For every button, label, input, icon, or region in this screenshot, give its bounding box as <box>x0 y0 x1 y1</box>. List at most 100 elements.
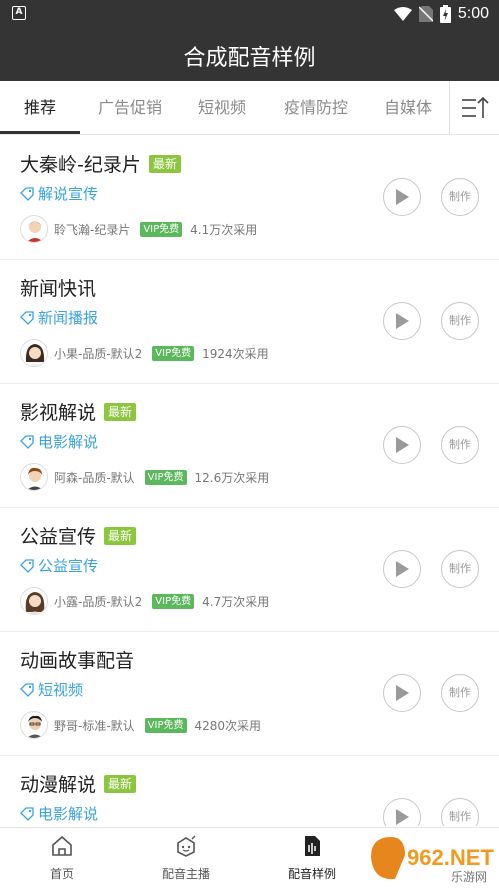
sample-tag-label: 电影解说 <box>38 433 99 451</box>
play-button[interactable] <box>383 674 421 712</box>
app-notification-icon: A <box>12 6 26 20</box>
status-bar: A 5:00 <box>0 0 499 28</box>
nav-anchor[interactable]: 配音主播 <box>136 828 236 888</box>
sample-title-row: 新闻快讯 <box>20 274 96 301</box>
sample-list: 大秦岭-纪录片 最新 解说宣传 聆飞瀚-纪录片 VIP免费 4.1万次采用 制作… <box>0 136 499 826</box>
tab-ad-promotion[interactable]: 广告促销 <box>84 81 176 135</box>
sample-title-row: 大秦岭-纪录片 最新 <box>20 150 181 177</box>
make-button[interactable]: 制作 <box>441 798 479 826</box>
voice-name: 野哥-标准-默认 <box>54 718 135 733</box>
sample-tag[interactable]: 解说宣传 <box>20 183 98 204</box>
tab-short-video[interactable]: 短视频 <box>180 81 264 135</box>
usage-count: 12.6万次采用 <box>194 470 270 485</box>
play-icon <box>396 189 409 205</box>
make-button[interactable]: 制作 <box>441 302 479 340</box>
sample-title: 动漫解说 <box>20 774 97 796</box>
list-item[interactable]: 影视解说 最新 电影解说 阿森-品质-默认 VIP免费 12.6万次采用 制作 <box>0 384 499 508</box>
anchor-icon <box>177 835 196 857</box>
nav-home[interactable]: 首页 <box>12 828 112 888</box>
make-button[interactable]: 制作 <box>441 178 479 216</box>
page-title: 合成配音样例 <box>183 46 316 71</box>
voice-avatar[interactable] <box>20 215 48 243</box>
voice-name: 小露-品质-默认2 <box>54 594 143 609</box>
usage-count: 4.7万次采用 <box>202 594 270 609</box>
sample-title: 公益宣传 <box>20 526 97 548</box>
make-button[interactable]: 制作 <box>441 550 479 588</box>
sample-tag-label: 短视频 <box>38 681 84 699</box>
play-icon <box>396 685 409 701</box>
tag-icon <box>20 682 34 697</box>
menu-sort-icon <box>461 96 489 118</box>
new-badge: 最新 <box>148 154 181 173</box>
sample-tag-label: 电影解说 <box>38 805 99 823</box>
tag-icon <box>20 186 34 201</box>
voice-name: 聆飞瀚-纪录片 <box>54 222 131 237</box>
sample-title: 影视解说 <box>20 402 97 424</box>
sample-title-row: 影视解说 最新 <box>20 398 137 425</box>
sample-title: 大秦岭-纪录片 <box>20 154 141 176</box>
battery-charging-icon <box>439 5 451 23</box>
tab-recommend[interactable]: 推荐 <box>0 81 80 135</box>
voice-avatar[interactable] <box>20 711 48 739</box>
new-badge: 最新 <box>104 526 137 545</box>
sample-tag[interactable]: 电影解说 <box>20 431 98 452</box>
voice-avatar[interactable] <box>20 463 48 491</box>
sample-tag[interactable]: 电影解说 <box>20 803 98 824</box>
tag-icon <box>20 806 34 821</box>
play-icon <box>396 809 409 825</box>
voice-avatar[interactable] <box>20 339 48 367</box>
sample-icon <box>305 836 320 856</box>
tab-epidemic[interactable]: 疫情防控 <box>270 81 362 135</box>
voice-meta: 小果-品质-默认2 VIP免费 1924次采用 <box>20 338 269 368</box>
wifi-icon <box>393 7 412 21</box>
active-tab-indicator <box>0 131 80 134</box>
voice-meta: 聆飞瀚-纪录片 VIP免费 4.1万次采用 <box>20 214 257 244</box>
nav-sample[interactable]: 配音样例 <box>262 828 362 888</box>
sample-tag[interactable]: 短视频 <box>20 679 83 700</box>
nav-home-label: 首页 <box>49 867 74 881</box>
list-item[interactable]: 大秦岭-纪录片 最新 解说宣传 聆飞瀚-纪录片 VIP免费 4.1万次采用 制作 <box>0 136 499 260</box>
category-sort-button[interactable] <box>449 81 499 135</box>
nav-anchor-label: 配音主播 <box>161 867 210 881</box>
sample-title: 动画故事配音 <box>20 650 135 672</box>
category-tabs: 推荐 广告促销 短视频 疫情防控 自媒体 <box>0 81 499 135</box>
sample-tag[interactable]: 新闻播报 <box>20 307 98 328</box>
sample-tag-label: 公益宣传 <box>38 557 99 575</box>
vip-free-badge: VIP免费 <box>152 345 195 361</box>
vip-free-badge: VIP免费 <box>140 221 183 237</box>
make-button[interactable]: 制作 <box>441 426 479 464</box>
play-button[interactable] <box>383 426 421 464</box>
sample-tag-label: 解说宣传 <box>38 185 99 203</box>
usage-count: 4.1万次采用 <box>190 222 258 237</box>
make-button[interactable]: 制作 <box>441 674 479 712</box>
list-item[interactable]: 公益宣传 最新 公益宣传 小露-品质-默认2 VIP免费 4.7万次采用 制作 <box>0 508 499 632</box>
site-watermark: 962.NET 乐游网 <box>365 829 495 885</box>
voice-avatar[interactable] <box>20 587 48 615</box>
new-badge: 最新 <box>104 774 137 793</box>
sample-title-row: 动画故事配音 <box>20 646 134 673</box>
voice-name: 阿森-品质-默认 <box>54 470 135 485</box>
sample-tag-label: 新闻播报 <box>38 309 99 327</box>
new-badge: 最新 <box>104 402 137 421</box>
status-time: 5:00 <box>457 5 489 22</box>
usage-count: 4280次采用 <box>194 718 262 733</box>
no-sim-icon <box>418 6 433 22</box>
list-item[interactable]: 动画故事配音 短视频 野哥-标准-默认 VIP免费 4280次采用 制作 <box>0 632 499 756</box>
list-item[interactable]: 新闻快讯 新闻播报 小果-品质-默认2 VIP免费 1924次采用 制作 <box>0 260 499 384</box>
tag-icon <box>20 310 34 325</box>
vip-free-badge: VIP免费 <box>144 469 187 485</box>
play-icon <box>396 313 409 329</box>
list-item[interactable]: 动漫解说 最新 电影解说 制作 <box>0 756 499 826</box>
tab-self-media[interactable]: 自媒体 <box>370 81 446 135</box>
play-button[interactable] <box>383 302 421 340</box>
play-button[interactable] <box>383 178 421 216</box>
play-button[interactable] <box>383 798 421 826</box>
watermark-text: 962.NET <box>407 845 494 870</box>
play-icon <box>396 561 409 577</box>
nav-sample-label: 配音样例 <box>287 867 336 881</box>
play-button[interactable] <box>383 550 421 588</box>
sample-title: 新闻快讯 <box>20 278 97 300</box>
sample-tag[interactable]: 公益宣传 <box>20 555 98 576</box>
vip-free-badge: VIP免费 <box>152 593 195 609</box>
voice-name: 小果-品质-默认2 <box>54 346 143 361</box>
